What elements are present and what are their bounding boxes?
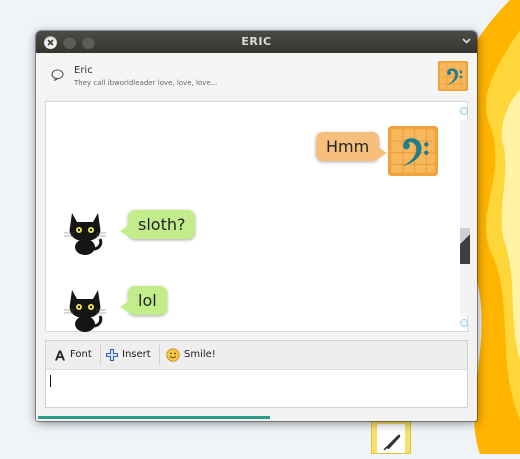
plus-icon (106, 349, 118, 361)
smile-button-label: Smile! (184, 349, 216, 360)
speech-bubble-icon (51, 69, 64, 81)
window-title: ERIC (241, 35, 272, 48)
format-toolbar: Font Insert Smile! (46, 341, 467, 370)
insert-button[interactable]: Insert (104, 341, 156, 369)
message-bubble-outgoing: Hmm (316, 132, 388, 161)
contact-header: Eric They call ibworldleader love, love,… (36, 53, 477, 97)
black-cat-icon (64, 290, 106, 332)
smiley-icon (166, 348, 180, 362)
scrollbar[interactable] (459, 102, 470, 331)
title-bar[interactable]: ERIC (36, 31, 477, 53)
scroll-thumb[interactable] (460, 228, 470, 264)
scroll-track[interactable] (460, 120, 470, 316)
dock-tile-compose[interactable] (371, 418, 411, 454)
font-icon (55, 350, 65, 361)
quill-icon (383, 434, 401, 451)
chevron-down-icon[interactable] (462, 38, 471, 44)
message-bubble-incoming: sloth? (119, 210, 196, 239)
chat-window: ERIC Eric They call ibworldleader love, … (36, 31, 477, 421)
smile-button[interactable]: Smile! (164, 341, 224, 369)
message-bubble-incoming: lol (120, 286, 167, 315)
contact-name: Eric (74, 65, 93, 76)
font-button-label: Font (70, 349, 92, 360)
compose-area: Font Insert Smile! (45, 340, 468, 408)
contact-status-message: They call ibworldleader love, love, love… (74, 79, 218, 87)
insert-button-label: Insert (122, 349, 151, 360)
scroll-up-button[interactable] (460, 107, 468, 115)
message-history[interactable]: Hmm sloth? lol (45, 101, 470, 332)
text-cursor (50, 375, 51, 387)
scroll-down-button[interactable] (460, 319, 468, 327)
message-input[interactable] (46, 370, 467, 407)
black-cat-icon (64, 213, 106, 255)
progress-strip (38, 416, 270, 419)
bass-clef-icon[interactable] (438, 61, 468, 91)
bass-clef-icon (388, 126, 438, 176)
toolbar-divider (100, 345, 101, 365)
toolbar-divider (159, 345, 160, 365)
font-button[interactable]: Font (52, 341, 98, 369)
